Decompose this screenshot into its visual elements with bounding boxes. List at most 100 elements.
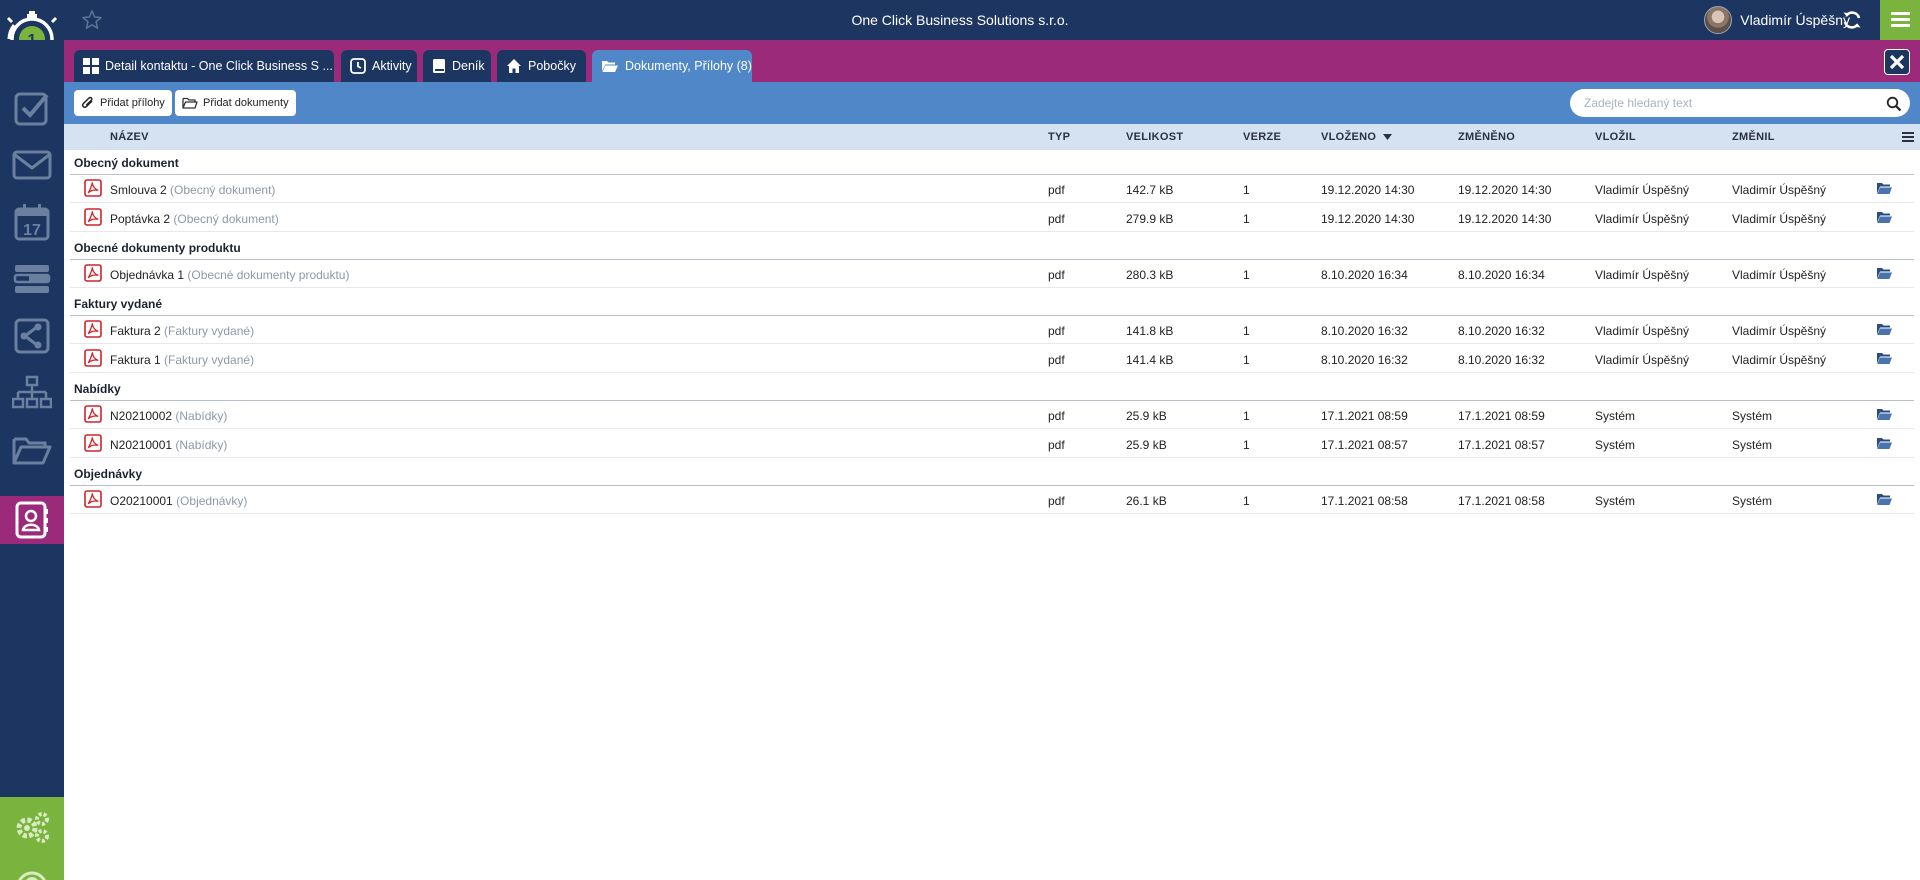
- column-header-type[interactable]: TYP: [1048, 131, 1070, 143]
- column-header-size[interactable]: VELIKOST: [1126, 131, 1183, 143]
- add-documents-label: Přidat dokumenty: [203, 97, 289, 109]
- cell-changed-by: Vladimír Úspěšný: [1732, 183, 1827, 197]
- document-category: (Faktury vydané): [164, 353, 255, 367]
- open-folder-icon[interactable]: [1876, 352, 1892, 365]
- paperclip-icon: [81, 96, 95, 110]
- document-name: Poptávka 2: [110, 212, 174, 226]
- sidebar-item-documents[interactable]: [0, 422, 64, 478]
- table-row[interactable]: N20210002 (Nabídky) pdf 25.9 kB 1 17.1.2021 …: [70, 401, 1914, 429]
- book-icon: [432, 58, 446, 74]
- table-header: NÁZEV TYP VELIKOST VERZE VLOŽENO ZMĚNĚNO…: [64, 124, 1920, 150]
- table-row[interactable]: Faktura 1 (Faktury vydané) pdf 141.4 kB 1 8.…: [70, 345, 1914, 373]
- open-folder-icon[interactable]: [1876, 437, 1892, 450]
- cell-inserted-by: Vladimír Úspěšný: [1595, 353, 1690, 367]
- sidebar-item-organization[interactable]: [0, 365, 64, 421]
- table-row[interactable]: Poptávka 2 (Obecný dokument) pdf 279.9 kB 1…: [70, 204, 1914, 232]
- document-name: Objednávka 1: [110, 268, 188, 282]
- search-input[interactable]: [1570, 89, 1910, 117]
- column-header-inserted[interactable]: VLOŽENO: [1321, 131, 1392, 143]
- cell-name[interactable]: N20210002 (Nabídky): [110, 409, 227, 423]
- document-name: Faktura 1: [110, 353, 165, 367]
- grid-icon: [83, 58, 99, 74]
- open-folder-icon[interactable]: [1876, 267, 1892, 280]
- cell-changed-by: Vladimír Úspěšný: [1732, 353, 1827, 367]
- column-header-version[interactable]: VERZE: [1243, 131, 1281, 143]
- user-menu[interactable]: Vladimír Úspěšný: [1704, 6, 1850, 34]
- list-icon: [13, 265, 51, 293]
- sidebar: 17: [0, 40, 64, 880]
- sidebar-item-processes[interactable]: [0, 308, 64, 364]
- cell-inserted-by: Systém: [1595, 438, 1636, 452]
- cell-changed: 17.1.2021 08:58: [1458, 494, 1545, 508]
- cell-name[interactable]: Smlouva 2 (Obecný dokument): [110, 183, 275, 197]
- group-title: Nabídky: [74, 382, 121, 396]
- search-icon[interactable]: [1886, 96, 1902, 112]
- document-category: (Nabídky): [175, 409, 228, 423]
- tab-branches[interactable]: Pobočky: [497, 50, 586, 82]
- sidebar-item-list[interactable]: [0, 251, 64, 307]
- open-folder-icon[interactable]: [1876, 182, 1892, 195]
- table-row[interactable]: N20210001 (Nabídky) pdf 25.9 kB 1 17.1.2021 …: [70, 430, 1914, 458]
- sidebar-item-contacts[interactable]: [0, 496, 64, 544]
- cell-name[interactable]: Poptávka 2 (Obecný dokument): [110, 212, 279, 226]
- open-folder-icon[interactable]: [1876, 493, 1892, 506]
- cell-inserted: 17.1.2021 08:59: [1321, 409, 1408, 423]
- cell-name[interactable]: Objednávka 1 (Obecné dokumenty produktu): [110, 268, 349, 282]
- cell-version: 1: [1243, 353, 1250, 367]
- cell-changed-by: Vladimír Úspěšný: [1732, 268, 1827, 282]
- toolbar: Přidat přílohy Přidat dokumenty: [64, 82, 1920, 124]
- cell-changed: 8.10.2020 16:32: [1458, 353, 1545, 367]
- add-attachments-button[interactable]: Přidat přílohy: [74, 90, 172, 116]
- cell-changed-by: Systém: [1732, 438, 1773, 452]
- cell-size: 25.9 kB: [1126, 409, 1167, 423]
- table-row[interactable]: Faktura 2 (Faktury vydané) pdf 141.8 kB 1 8.…: [70, 316, 1914, 344]
- cell-version: 1: [1243, 212, 1250, 226]
- main-menu-button[interactable]: [1880, 0, 1920, 40]
- column-header-inserted-by[interactable]: VLOŽIL: [1595, 131, 1636, 143]
- tab-documents[interactable]: Dokumenty, Přílohy (8): [592, 50, 752, 82]
- cell-inserted: 8.10.2020 16:32: [1321, 353, 1408, 367]
- column-header-changed[interactable]: ZMĚNĚNO: [1458, 131, 1515, 143]
- cell-name[interactable]: O20210001 (Objednávky): [110, 494, 247, 508]
- table-row[interactable]: Objednávka 1 (Obecné dokumenty produktu)…: [70, 260, 1914, 288]
- cell-type: pdf: [1048, 212, 1065, 226]
- column-header-changed-by[interactable]: ZMĚNIL: [1732, 131, 1775, 143]
- refresh-icon[interactable]: [1840, 8, 1864, 32]
- sidebar-item-mail[interactable]: [0, 137, 64, 193]
- pdf-file-icon: [84, 320, 102, 338]
- cell-type: pdf: [1048, 324, 1065, 338]
- tab-label: Deník: [452, 59, 485, 73]
- table-row[interactable]: Smlouva 2 (Obecný dokument) pdf 142.7 kB 1 1…: [70, 175, 1914, 203]
- cell-version: 1: [1243, 494, 1250, 508]
- close-icon[interactable]: [1884, 49, 1910, 75]
- cell-size: 279.9 kB: [1126, 212, 1174, 226]
- sidebar-item-tasks[interactable]: [0, 80, 64, 136]
- column-menu-icon[interactable]: [1902, 132, 1914, 142]
- cell-name[interactable]: Faktura 1 (Faktury vydané): [110, 353, 254, 367]
- cell-version: 1: [1243, 409, 1250, 423]
- open-folder-icon[interactable]: [1876, 408, 1892, 421]
- tab-label: Aktivity: [372, 59, 412, 73]
- document-category: (Obecný dokument): [170, 183, 276, 197]
- add-documents-button[interactable]: Přidat dokumenty: [175, 90, 296, 116]
- document-name: Smlouva 2: [110, 183, 171, 197]
- table-row[interactable]: O20210001 (Objednávky) pdf 26.1 kB 1 17.1.20…: [70, 486, 1914, 514]
- cell-changed: 8.10.2020 16:32: [1458, 324, 1545, 338]
- sidebar-item-settings[interactable]: [0, 797, 64, 857]
- cell-name[interactable]: Faktura 2 (Faktury vydané): [110, 324, 254, 338]
- tab-contact-detail[interactable]: Detail kontaktu - One Click Business S .…: [74, 50, 334, 82]
- tab-activities[interactable]: Aktivity: [341, 50, 417, 82]
- cell-inserted-by: Vladimír Úspěšný: [1595, 324, 1690, 338]
- folder-open-icon: [601, 59, 619, 73]
- column-header-name[interactable]: NÁZEV: [110, 131, 149, 143]
- pdf-file-icon: [84, 208, 102, 226]
- cell-name[interactable]: N20210001 (Nabídky): [110, 438, 227, 452]
- open-folder-icon[interactable]: [1876, 211, 1892, 224]
- open-folder-icon[interactable]: [1876, 323, 1892, 336]
- tab-diary[interactable]: Deník: [423, 50, 491, 82]
- cell-version: 1: [1243, 268, 1250, 282]
- checkbox-icon: [14, 92, 49, 126]
- sidebar-item-calendar[interactable]: 17: [0, 194, 64, 250]
- cell-type: pdf: [1048, 409, 1065, 423]
- sidebar-item-help[interactable]: [0, 857, 64, 880]
